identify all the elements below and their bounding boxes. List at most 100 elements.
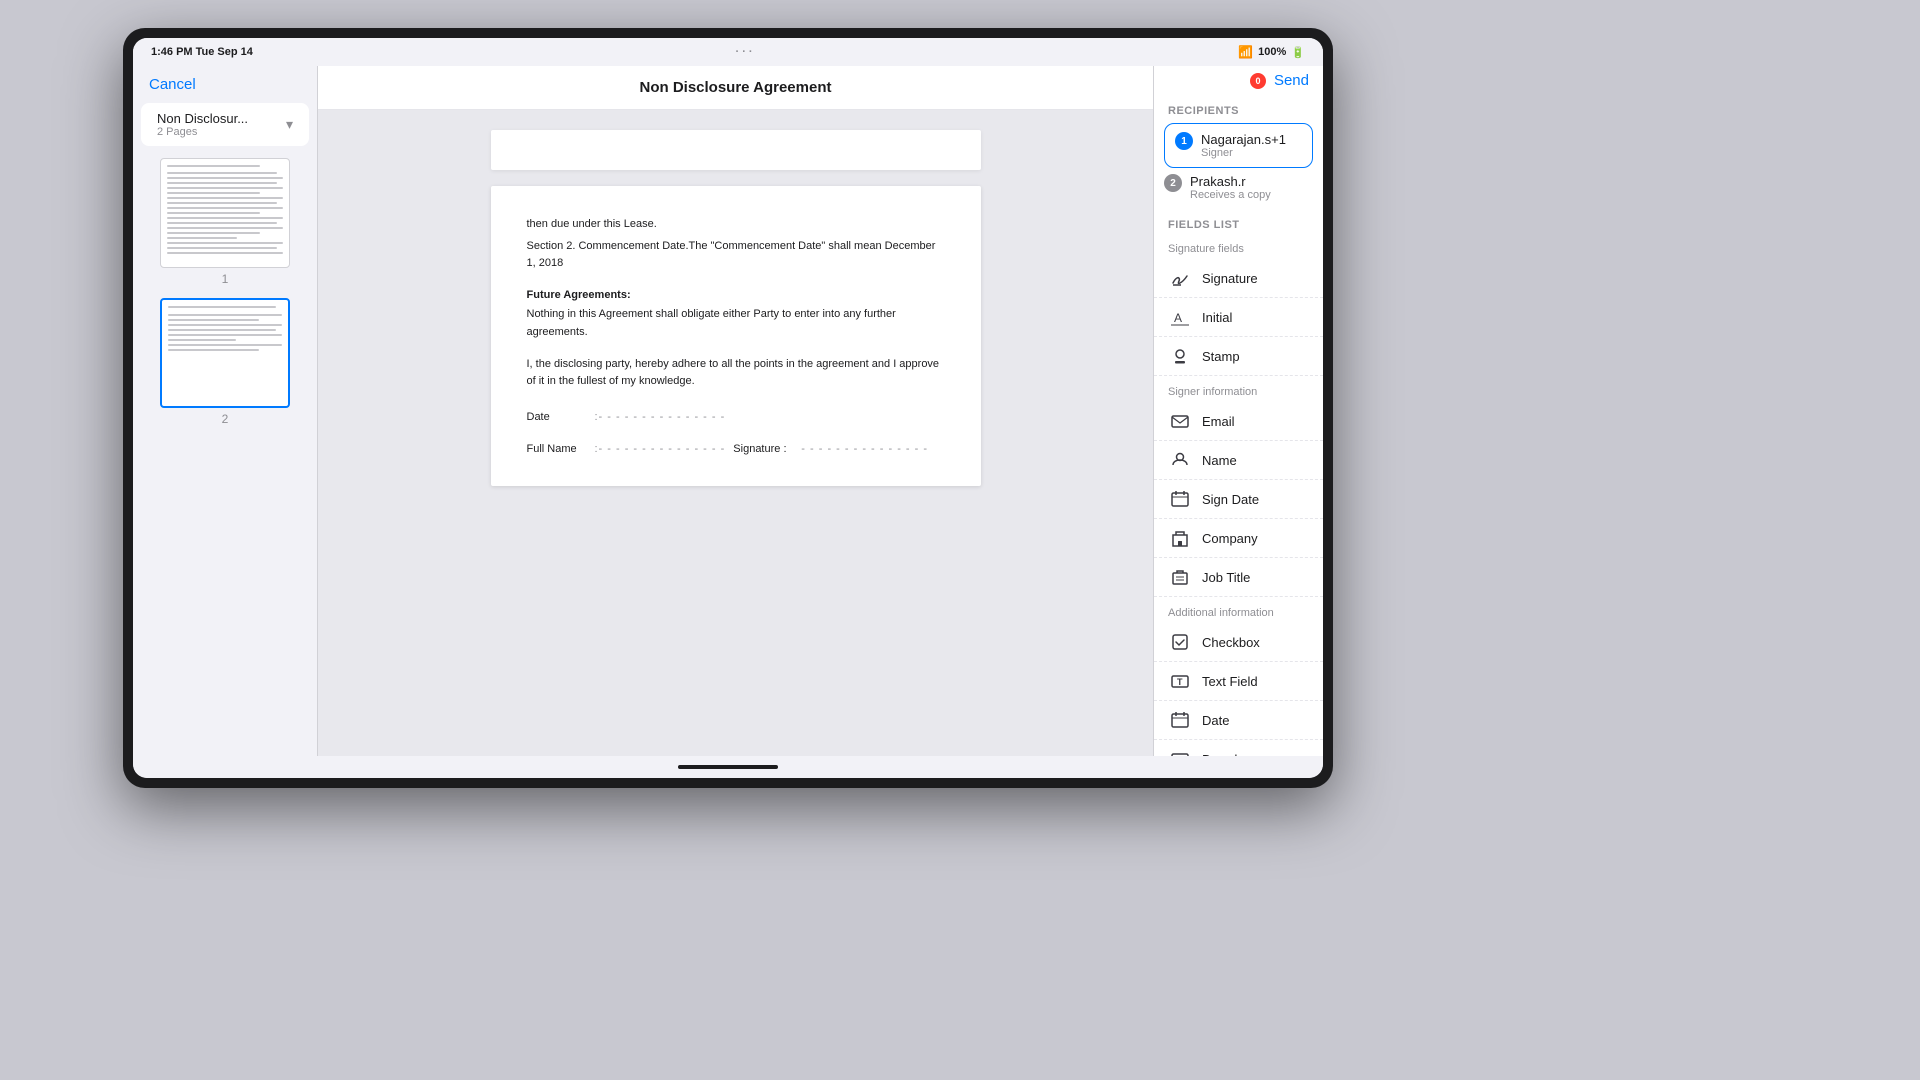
field-company[interactable]: Company <box>1154 519 1323 558</box>
field-name[interactable]: Name <box>1154 441 1323 480</box>
recipients-section-label: RECIPIENTS <box>1154 95 1323 123</box>
field-label-job-title: Job Title <box>1202 570 1250 585</box>
home-indicator <box>678 765 778 769</box>
doc-toolbar: Non Disclosure Agreement <box>318 66 1153 110</box>
recipient-card-1[interactable]: 1 Nagarajan.s+1 Signer <box>1164 123 1313 168</box>
doc-line2: Section 2. Commencement Date.The "Commen… <box>527 238 945 273</box>
field-sign-date[interactable]: Sign Date <box>1154 480 1323 519</box>
doc-name: Non Disclosur... <box>157 111 248 126</box>
svg-text:T: T <box>1177 677 1183 687</box>
sidebar-header: Cancel <box>133 66 317 103</box>
field-label-name: Name <box>1202 453 1237 468</box>
status-time: 1:46 PM Tue Sep 14 <box>151 46 253 58</box>
fields-section-label: FIELDS LIST <box>1154 209 1323 237</box>
right-header: 0 Send <box>1154 66 1323 95</box>
field-checkbox[interactable]: Checkbox <box>1154 623 1323 662</box>
doc-date-dashes: :- - - - - - - - - - - - - - - <box>595 411 726 423</box>
signer-info-label: Signer information <box>1154 380 1323 402</box>
field-date[interactable]: Date <box>1154 701 1323 740</box>
doc-line1: then due under this Lease. <box>527 216 945 234</box>
doc-future-text: Nothing in this Agreement shall obligate… <box>527 306 945 341</box>
battery-level: 100% <box>1258 46 1286 58</box>
field-label-text-field: Text Field <box>1202 674 1258 689</box>
document-entry[interactable]: Non Disclosur... 2 Pages ▾ <box>141 103 309 146</box>
field-label-email: Email <box>1202 414 1235 429</box>
doc-fullname-dashes: :- - - - - - - - - - - - - - - <box>595 443 726 455</box>
text-field-icon: T <box>1168 669 1192 693</box>
field-dropdown[interactable]: Dropdown <box>1154 740 1323 756</box>
field-label-date: Date <box>1202 713 1229 728</box>
cancel-button[interactable]: Cancel <box>149 76 196 93</box>
battery-icon: 🔋 <box>1291 46 1305 59</box>
doc-title: Non Disclosure Agreement <box>640 79 832 96</box>
recipient-name-1: Nagarajan.s+1 <box>1201 132 1286 147</box>
doc-name-sig-row: Full Name :- - - - - - - - - - - - - - -… <box>527 443 945 455</box>
chevron-down-icon: ▾ <box>286 116 293 133</box>
notification-badge: 0 <box>1250 73 1266 89</box>
status-center-dots: ··· <box>736 46 756 58</box>
document-scroll-area[interactable]: then due under this Lease. Section 2. Co… <box>318 110 1153 756</box>
document-main: Non Disclosure Agreement then due under … <box>318 66 1153 756</box>
page-number-2: 2 <box>222 412 229 426</box>
recipient-item-1: 1 Nagarajan.s+1 Signer <box>1175 132 1302 159</box>
company-icon <box>1168 526 1192 550</box>
recipient-role-2: Receives a copy <box>1190 189 1271 201</box>
doc-page-header <box>491 130 981 170</box>
svg-text:A: A <box>1174 311 1182 325</box>
field-email[interactable]: Email <box>1154 402 1323 441</box>
recipient-item-2[interactable]: 2 Prakash.r Receives a copy <box>1164 174 1313 201</box>
recipient-num-2: 2 <box>1164 174 1182 192</box>
field-label-checkbox: Checkbox <box>1202 635 1260 650</box>
thumbnail-page-1[interactable]: 1 <box>160 158 290 286</box>
doc-info: Non Disclosur... 2 Pages <box>157 111 248 138</box>
additional-info-label: Additional information <box>1154 601 1323 623</box>
field-label-signature: Signature <box>1202 271 1258 286</box>
field-label-stamp: Stamp <box>1202 349 1240 364</box>
status-bar: 1:46 PM Tue Sep 14 ··· 📶 100% 🔋 <box>133 38 1323 66</box>
field-label-sign-date: Sign Date <box>1202 492 1259 507</box>
field-job-title[interactable]: Job Title <box>1154 558 1323 597</box>
bottom-bar <box>133 756 1323 778</box>
thumbnail-page-2[interactable]: 2 <box>160 298 290 426</box>
status-right: 📶 100% 🔋 <box>1238 45 1305 59</box>
signature-fields-label: Signature fields <box>1154 237 1323 259</box>
initial-icon: A <box>1168 305 1192 329</box>
recipient-role-1: Signer <box>1201 147 1286 159</box>
date-icon <box>1168 708 1192 732</box>
wifi-icon: 📶 <box>1238 45 1253 59</box>
page-thumbnails: 1 <box>133 146 317 438</box>
signature-icon <box>1168 266 1192 290</box>
doc-pages: 2 Pages <box>157 126 248 138</box>
field-stamp[interactable]: Stamp <box>1154 337 1323 376</box>
field-label-company: Company <box>1202 531 1258 546</box>
thumb-image-1 <box>160 158 290 268</box>
stamp-icon <box>1168 344 1192 368</box>
right-scroll-area[interactable]: RECIPIENTS 1 Nagarajan.s+1 Signer 2 <box>1154 95 1323 756</box>
doc-date-label: Date <box>527 411 587 423</box>
recipient-info-2: Prakash.r Receives a copy <box>1190 174 1271 201</box>
sidebar: Cancel Non Disclosur... 2 Pages ▾ <box>133 66 318 756</box>
doc-closing: I, the disclosing party, hereby adhere t… <box>527 356 945 391</box>
doc-date-row: Date :- - - - - - - - - - - - - - - <box>527 411 945 423</box>
dropdown-icon <box>1168 747 1192 756</box>
recipient-name-2: Prakash.r <box>1190 174 1271 189</box>
doc-fullname-label: Full Name <box>527 443 587 455</box>
name-icon <box>1168 448 1192 472</box>
doc-future-title: Future Agreements: <box>527 287 945 305</box>
thumb-image-2 <box>160 298 290 408</box>
field-text-field[interactable]: T Text Field <box>1154 662 1323 701</box>
recipient-num-1: 1 <box>1175 132 1193 150</box>
field-label-initial: Initial <box>1202 310 1232 325</box>
doc-signature-dashes: - - - - - - - - - - - - - - - <box>801 443 928 455</box>
recipient-info-1: Nagarajan.s+1 Signer <box>1201 132 1286 159</box>
doc-signature-label: Signature : <box>733 443 793 455</box>
job-title-icon <box>1168 565 1192 589</box>
page-number-1: 1 <box>222 272 229 286</box>
send-button[interactable]: Send <box>1274 72 1309 89</box>
sign-date-icon <box>1168 487 1192 511</box>
field-signature[interactable]: Signature <box>1154 259 1323 298</box>
checkbox-icon <box>1168 630 1192 654</box>
right-panel: 0 Send RECIPIENTS 1 Nagarajan.s+1 Signer <box>1153 66 1323 756</box>
doc-page-2: then due under this Lease. Section 2. Co… <box>491 186 981 486</box>
field-initial[interactable]: A Initial <box>1154 298 1323 337</box>
